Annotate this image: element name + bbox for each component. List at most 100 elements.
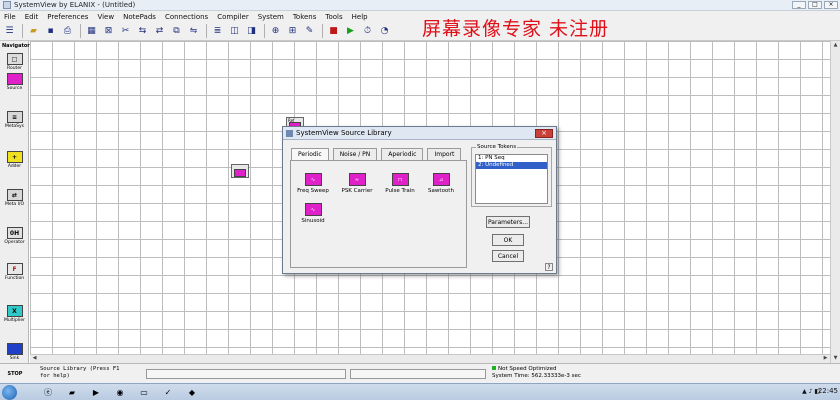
menu-bar: File Edit Preferences View NotePads Conn… <box>0 11 840 22</box>
menu-connections[interactable]: Connections <box>165 13 208 21</box>
sawtooth-icon: ⊿ <box>432 173 450 186</box>
nav-adder[interactable]: + Adder <box>2 151 27 169</box>
source-sinusoid[interactable]: ∿ Sinusoid <box>293 203 333 224</box>
duplicate-icon[interactable]: ⧉ <box>169 24 184 39</box>
reverse-icon[interactable]: ⇋ <box>186 24 201 39</box>
metaio-icon[interactable]: ◨ <box>244 24 259 39</box>
close-button[interactable]: × <box>824 1 838 9</box>
toolbar-separator <box>22 24 23 38</box>
canvas-source-token[interactable] <box>231 164 249 178</box>
open-folder-icon[interactable]: ▰ <box>26 24 41 39</box>
source-tokens-list[interactable]: 1: PN Seq 2: Undefined <box>475 154 548 204</box>
taskbar-media-icon[interactable]: ▶ <box>86 385 106 399</box>
source-label: PSK Carrier <box>341 188 373 194</box>
source-psk-carrier[interactable]: ≈ PSK Carrier <box>337 173 377 194</box>
delete-icon[interactable]: ⊠ <box>101 24 116 39</box>
menu-view[interactable]: View <box>97 13 114 21</box>
dialog-close-button[interactable]: × <box>535 129 553 138</box>
nav-sink[interactable]: Sink <box>2 343 27 361</box>
nav-adder-label: Adder <box>7 164 22 169</box>
list-item[interactable]: 1: PN Seq <box>476 155 547 162</box>
source-label: Pulse Train <box>385 188 415 194</box>
connect-icon[interactable]: ⇆ <box>135 24 150 39</box>
maximize-button[interactable]: □ <box>808 1 822 9</box>
tab-import[interactable]: Import <box>427 148 462 160</box>
dialog-title: SystemView Source Library <box>296 129 392 137</box>
dialog-icon <box>286 129 293 137</box>
toolbar-dropdown-icon[interactable]: ☰ <box>2 24 17 39</box>
scroll-up-icon[interactable]: ▲ <box>831 41 840 50</box>
nav-metaio[interactable]: ⇄ Meta I/O <box>2 189 27 207</box>
source-pulse-train[interactable]: ⊓ Pulse Train <box>380 173 420 194</box>
system-time: System Time: 562.33333e-3 sec <box>492 373 581 379</box>
status-field <box>146 369 346 379</box>
stop-icon[interactable]: ■ <box>326 24 341 39</box>
nav-function-label: Function <box>4 276 25 281</box>
run-icon[interactable]: ▶ <box>343 24 358 39</box>
vertical-scrollbar[interactable]: ▲ ▼ <box>830 41 840 363</box>
menu-edit[interactable]: Edit <box>25 13 39 21</box>
taskbar-chart-icon[interactable]: ✓ <box>158 385 178 399</box>
tools-icon[interactable]: ✎ <box>302 24 317 39</box>
taskbar-folder-icon[interactable]: ▰ <box>62 385 82 399</box>
stop-sign-icon[interactable]: STOP <box>6 366 24 382</box>
nav-operator[interactable]: 0H Operator <box>2 227 27 245</box>
toolbar-separator <box>322 24 323 38</box>
adder-icon: + <box>6 151 23 163</box>
status-line: for help) <box>40 373 70 379</box>
menu-notepads[interactable]: NotePads <box>123 13 156 21</box>
save-icon[interactable]: ▪ <box>43 24 58 39</box>
freq-sweep-icon: ∿ <box>304 173 322 186</box>
help-icon[interactable]: ? <box>545 263 553 271</box>
nav-router[interactable]: □ Router <box>2 53 27 71</box>
menu-preferences[interactable]: Preferences <box>47 13 88 21</box>
notepad-icon[interactable]: ≣ <box>210 24 225 39</box>
list-item-selected[interactable]: 2: Undefined <box>476 162 547 169</box>
minimize-button[interactable]: _ <box>792 1 806 9</box>
speed-status-text: Not Speed Optimized <box>498 366 557 372</box>
nav-function[interactable]: F Function <box>2 263 27 281</box>
cut-icon[interactable]: ✂ <box>118 24 133 39</box>
cancel-button[interactable]: Cancel <box>492 250 524 262</box>
menu-file[interactable]: File <box>4 13 16 21</box>
metasys-icon[interactable]: ◫ <box>227 24 242 39</box>
nav-metasys[interactable]: ≡ MetaSys <box>2 111 27 129</box>
disconnect-icon[interactable]: ⇄ <box>152 24 167 39</box>
menu-help[interactable]: Help <box>352 13 368 21</box>
nav-sink-label: Sink <box>9 356 20 361</box>
taskbar-app-icon[interactable]: ◉ <box>110 385 130 399</box>
menu-compiler[interactable]: Compiler <box>217 13 249 21</box>
tab-noise-pn[interactable]: Noise / PN <box>332 148 378 160</box>
toolbar-separator <box>206 24 207 38</box>
menu-tools[interactable]: Tools <box>325 13 342 21</box>
parameters-button[interactable]: Parameters... <box>486 216 530 228</box>
timer-icon[interactable]: ⏱ <box>360 24 375 39</box>
tab-periodic[interactable]: Periodic <box>291 148 329 160</box>
menu-system[interactable]: System <box>258 13 284 21</box>
start-button-icon[interactable] <box>2 385 17 400</box>
menu-tokens[interactable]: Tokens <box>293 13 317 21</box>
print-icon[interactable]: ⎙ <box>60 24 75 39</box>
grid-icon[interactable]: ▦ <box>84 24 99 39</box>
taskbar-pdf-icon[interactable]: ◆ <box>182 385 202 399</box>
nav-operator-label: Operator <box>4 240 25 245</box>
horizontal-scrollbar[interactable]: ◀ ▶ <box>30 354 830 363</box>
source-sawtooth[interactable]: ⊿ Sawtooth <box>421 173 461 194</box>
tab-aperiodic[interactable]: Aperiodic <box>381 148 424 160</box>
root-locus-icon[interactable]: ⊕ <box>268 24 283 39</box>
scroll-left-icon[interactable]: ◀ <box>30 354 39 363</box>
scroll-right-icon[interactable]: ▶ <box>821 354 830 363</box>
taskbar-ie-icon[interactable]: ⓔ <box>38 385 58 399</box>
router-icon: □ <box>6 53 23 65</box>
ok-button[interactable]: OK <box>492 234 524 246</box>
nav-router-label: Router <box>7 66 22 71</box>
bode-icon[interactable]: ⊞ <box>285 24 300 39</box>
nav-multiplier[interactable]: X Multiplier <box>2 305 27 323</box>
nav-source[interactable]: Source <box>2 73 27 91</box>
scroll-down-icon[interactable]: ▼ <box>831 354 840 363</box>
system-status: Not Speed Optimized System Time: 562.333… <box>492 366 581 380</box>
source-freq-sweep[interactable]: ∿ Freq Sweep <box>293 173 333 194</box>
analysis-icon[interactable]: ◔ <box>377 24 392 39</box>
toolbar: ☰ ▰ ▪ ⎙ ▦ ⊠ ✂ ⇆ ⇄ ⧉ ⇋ ≣ ◫ ◨ ⊕ ⊞ ✎ ■ ▶ ⏱ … <box>0 22 840 41</box>
taskbar-window-icon[interactable]: ▭ <box>134 385 154 399</box>
